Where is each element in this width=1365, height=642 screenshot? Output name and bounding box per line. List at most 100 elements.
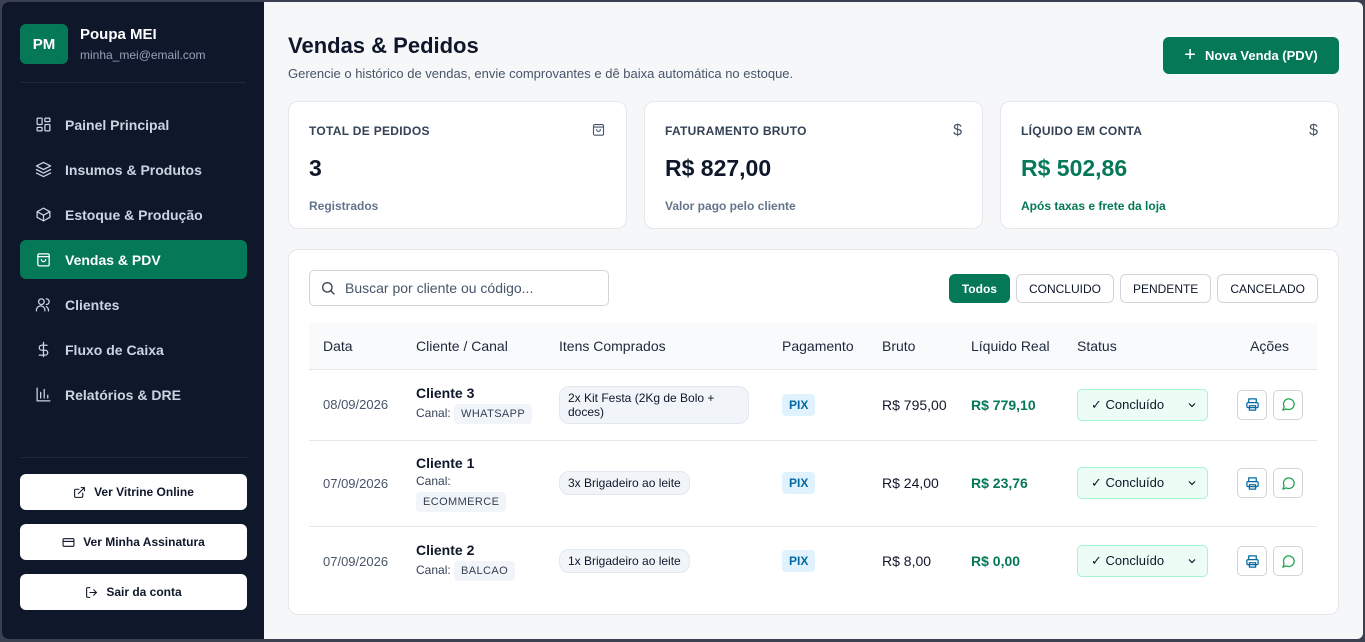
channel-label: Canal: (416, 473, 451, 488)
plus-icon: + (1184, 43, 1196, 66)
filter-pendente[interactable]: PENDENTE (1119, 274, 1212, 303)
avatar: PM (20, 24, 68, 64)
client-cell: Cliente 2 Canal: BALCAO (402, 526, 545, 596)
net-balance-card: LÍQUIDO EM CONTA $ R$ 502,86 Após taxas … (1000, 101, 1339, 229)
shopping-bag-icon (37, 253, 50, 267)
sidebar-item-label: Painel Principal (65, 116, 170, 133)
check-icon: ✓ (1091, 553, 1102, 569)
new-sale-button[interactable]: + Nova Venda (PDV) (1163, 37, 1339, 74)
payment-badge: PIX (782, 472, 816, 494)
credit-card-icon (62, 537, 75, 547)
sidebar-item-painel[interactable]: Painel Principal (20, 105, 247, 144)
page-title: Vendas & Pedidos (288, 33, 479, 58)
gross-value: R$ 8,00 (882, 553, 932, 570)
new-sale-label: Nova Venda (PDV) (1204, 48, 1318, 63)
send-whatsapp-button[interactable] (1273, 546, 1303, 577)
gross-revenue-card: FATURAMENTO BRUTO $ R$ 827,00 Valor pago… (644, 101, 983, 229)
status-value: Concluído (1105, 396, 1165, 412)
search-input[interactable] (345, 280, 585, 296)
sidebar-item-fluxo[interactable]: Fluxo de Caixa (20, 330, 247, 369)
user-email: minha_mei@email.com (80, 48, 206, 62)
shopping-bag-icon (591, 122, 606, 142)
orders-table: Data Cliente / Canal Itens Comprados Pag… (309, 323, 1317, 596)
view-storefront-button[interactable]: Ver Vitrine Online (20, 474, 247, 510)
payment-cell: PIX (768, 526, 868, 596)
order-date: 07/09/2026 (309, 440, 402, 527)
status-filters: Todos CONCLUIDO PENDENTE CANCELADO (948, 274, 1318, 303)
client-name: Cliente 3 (416, 385, 475, 401)
logout-button[interactable]: Sair da conta (20, 574, 247, 610)
sidebar-item-clientes[interactable]: Clientes (20, 285, 247, 324)
check-icon: ✓ (1091, 396, 1102, 412)
sidebar-item-label: Fluxo de Caixa (65, 341, 164, 358)
channel-badge: WHATSAPP (454, 404, 533, 424)
user-name: Poupa MEI (80, 26, 157, 43)
status-cell: ✓ Concluído (1063, 440, 1208, 527)
chevron-down-icon (1188, 402, 1196, 407)
printer-icon (1245, 476, 1259, 490)
print-receipt-button[interactable] (1237, 546, 1267, 577)
status-select[interactable]: ✓ Concluído (1077, 467, 1208, 499)
check-icon: ✓ (1091, 475, 1102, 490)
dollar-icon (38, 341, 49, 358)
card-note: Valor pago pelo cliente (665, 199, 796, 213)
col-client: Cliente / Canal (402, 323, 545, 370)
sidebar: PM Poupa MEI minha_mei@email.com Painel … (2, 2, 264, 639)
print-receipt-button[interactable] (1237, 468, 1267, 498)
external-link-icon (74, 486, 85, 498)
sidebar-item-vendas[interactable]: Vendas & PDV (20, 240, 247, 279)
filter-cancelado[interactable]: CANCELADO (1217, 274, 1318, 303)
status-cell: ✓ Concluído (1063, 526, 1208, 596)
item-pill: 3x Brigadeiro ao leite (559, 471, 690, 495)
card-value: R$ 827,00 (665, 155, 772, 181)
item-pill: 1x Brigadeiro ao leite (559, 549, 690, 574)
grid-icon (36, 117, 51, 132)
client-name: Cliente 2 (416, 541, 475, 558)
total-orders-card: TOTAL DE PEDIDOS 3 Registrados (288, 101, 627, 229)
order-date: 08/09/2026 (309, 369, 402, 441)
channel: Canal: WHATSAPP (416, 404, 545, 424)
search-box (309, 270, 609, 306)
card-note: Registrados (309, 199, 379, 213)
print-receipt-button[interactable] (1237, 389, 1267, 420)
gross-value: R$ 795,00 (868, 369, 957, 441)
main-content: Vendas & Pedidos Gerencie o histórico de… (264, 2, 1363, 639)
orders-panel: Todos CONCLUIDO PENDENTE CANCELADO Data … (288, 249, 1339, 615)
col-net: Líquido Real (957, 323, 1063, 370)
status-select[interactable]: ✓ Concluído (1077, 388, 1208, 421)
channel-label: Canal: (416, 562, 451, 577)
col-payment: Pagamento (768, 323, 868, 370)
sidebar-nav: Painel Principal Insumos & Produtos Esto… (20, 105, 247, 420)
sidebar-item-estoque[interactable]: Estoque & Produção (20, 195, 247, 234)
client-cell: Cliente 3 Canal: WHATSAPP (402, 369, 545, 441)
net-value: R$ 779,10 (957, 369, 1063, 441)
card-label: FATURAMENTO BRUTO (665, 124, 807, 138)
payment-badge: PIX (782, 393, 816, 416)
view-subscription-button[interactable]: Ver Minha Assinatura (20, 524, 247, 560)
box-icon (36, 207, 51, 222)
filter-todos[interactable]: Todos (948, 274, 1010, 303)
table-header-row: Data Cliente / Canal Itens Comprados Pag… (309, 323, 1317, 370)
status-select[interactable]: ✓ Concluído (1077, 545, 1208, 578)
col-items: Itens Comprados (545, 323, 768, 370)
sidebar-item-relatorios[interactable]: Relatórios & DRE (20, 375, 247, 414)
view-subscription-label: Ver Minha Assinatura (83, 535, 205, 549)
message-circle-icon (1281, 476, 1295, 490)
dollar-icon: $ (953, 122, 962, 139)
channel-badge: ECOMMERCE (416, 491, 507, 512)
channel-label: Canal: (416, 406, 451, 420)
search-icon (322, 282, 335, 295)
card-note: Após taxas e frete da loja (1021, 199, 1166, 213)
sidebar-item-label: Insumos & Produtos (65, 161, 202, 178)
user-profile: PM Poupa MEI minha_mei@email.com (20, 24, 246, 83)
dollar-icon: $ (1309, 122, 1318, 139)
table-row: 07/09/2026 Cliente 2 Canal: BALCAO 1x Br… (309, 526, 1317, 596)
send-whatsapp-button[interactable] (1273, 468, 1303, 498)
actions-cell (1208, 369, 1317, 441)
send-whatsapp-button[interactable] (1273, 389, 1303, 420)
status-value: Concluído (1105, 475, 1165, 490)
filter-concluido[interactable]: CONCLUIDO (1015, 274, 1114, 303)
chevron-down-icon (1188, 559, 1196, 564)
logout-label: Sair da conta (106, 585, 182, 599)
sidebar-item-insumos[interactable]: Insumos & Produtos (20, 150, 247, 189)
